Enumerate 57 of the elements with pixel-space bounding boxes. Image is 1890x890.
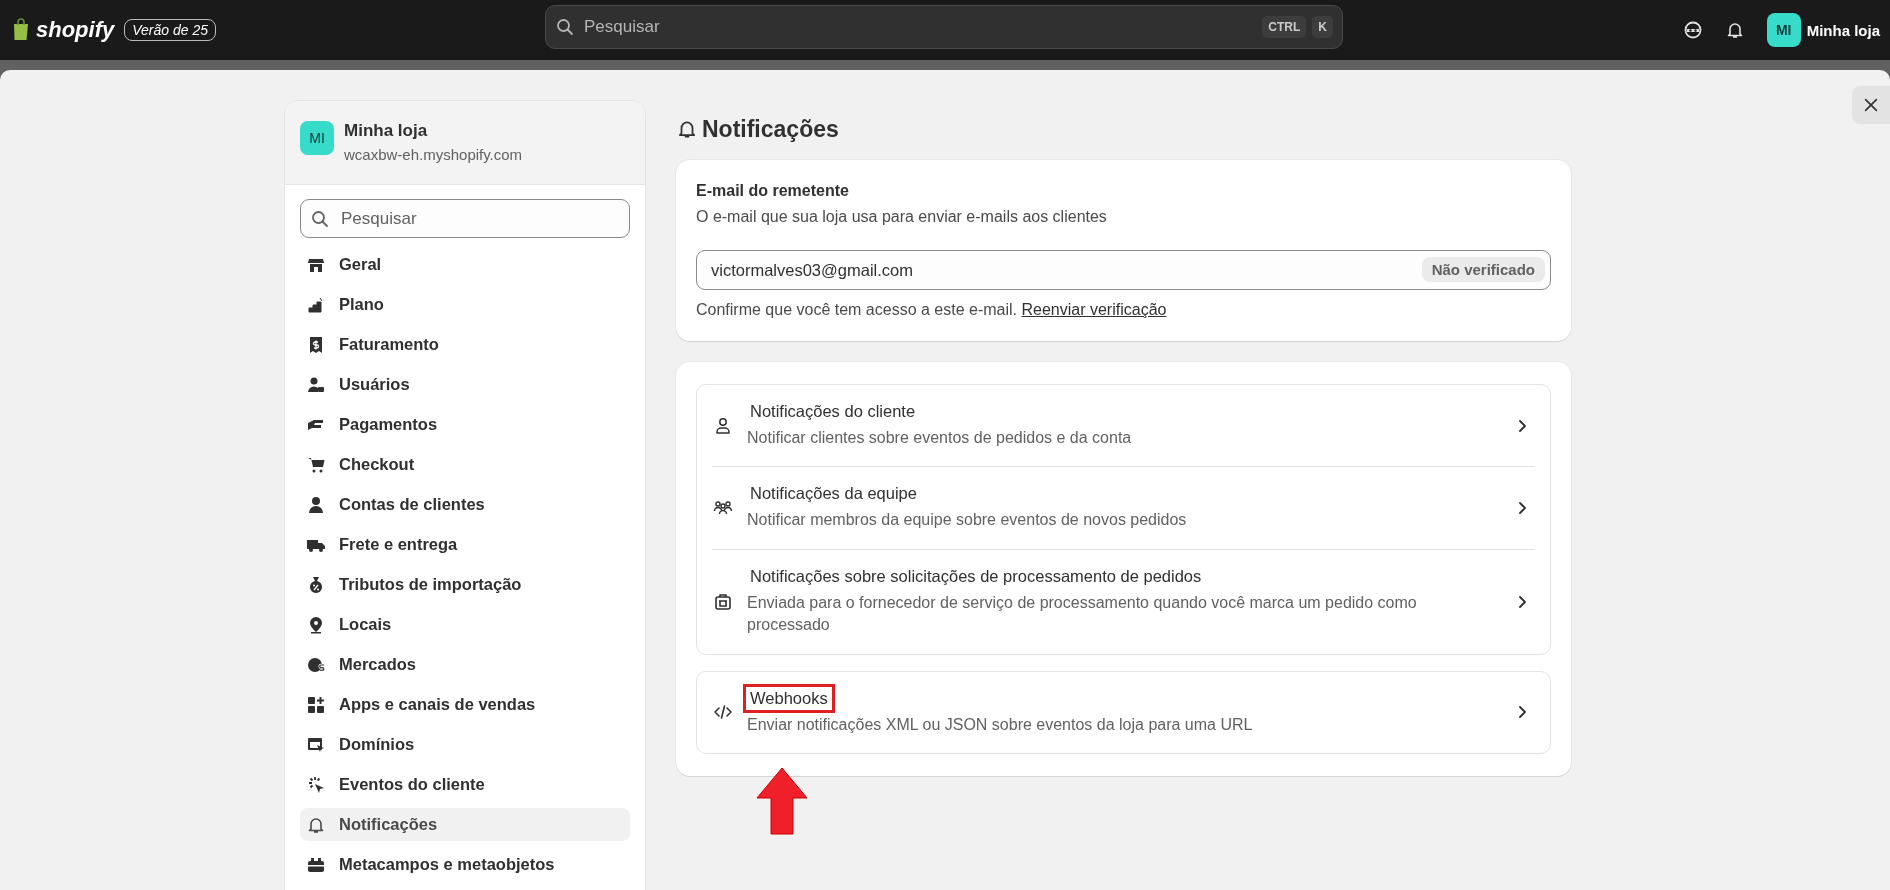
resend-link[interactable]: Reenviar verificação	[1021, 301, 1167, 318]
season-badge: Verão de 25	[124, 19, 216, 41]
sidebar-item[interactable]: Locais	[300, 608, 630, 641]
row-title: Notificações da equipe	[749, 483, 918, 505]
row-description: Enviada para o fornecedor de serviço de processamento quando você marca um pedido como processado	[747, 592, 1418, 636]
mask-icon	[1682, 20, 1703, 40]
sidebar-item[interactable]: Notificações	[300, 808, 630, 841]
sidebar-item[interactable]: Contas de clientes	[300, 488, 630, 521]
store-menu[interactable]: MI Minha loja	[1766, 13, 1880, 47]
store-name: Minha loja	[344, 121, 429, 141]
sidebar-item[interactable]: Plano	[300, 288, 630, 321]
store-avatar: MI	[1766, 13, 1801, 47]
search-icon	[310, 209, 330, 229]
row-description: Notificar membros da equipe sobre eventos de novos pedidos	[747, 510, 1188, 531]
store-name: Minha loja	[1806, 21, 1880, 39]
up-arrow-icon	[755, 765, 809, 836]
keyboard-key: CTRL	[1262, 16, 1307, 38]
sidebar-item[interactable]: Geral	[300, 248, 630, 281]
close-icon	[1862, 96, 1880, 114]
confirmation-text: Confirme que você tem acesso a este e-mail. Reenviar verificação	[696, 301, 1168, 319]
settings-row[interactable]: Notificações da equipe Notificar membros da equipe sobre eventos de novos pedidos	[712, 466, 1535, 549]
store-domain: wcaxbw-eh.myshopify.com	[344, 146, 523, 163]
page-title: Notificações	[702, 115, 839, 143]
sidebar-item[interactable]: Mercados	[300, 648, 630, 681]
package-icon	[713, 591, 733, 612]
settings-row[interactable]: Notificações sobre solicitações de processamento de pedidos Enviada para o fornecedor de serviço de processamento quando você marca um pedido como processado	[712, 548, 1535, 654]
sidebar-item[interactable]: Domínios	[300, 728, 630, 761]
sidebar-item[interactable]: Apps e canais de vendas	[300, 688, 630, 721]
mask-button[interactable]	[1682, 20, 1703, 40]
sidebar-item[interactable]: Faturamento	[300, 328, 630, 361]
settings-row[interactable]: Webhooks Enviar notificações XML ou JSON sobre eventos da loja para uma URL	[697, 671, 1550, 753]
click-icon	[306, 774, 326, 795]
sidebar-item[interactable]: Usuários	[300, 368, 630, 401]
sidebar-item[interactable]: Checkout	[300, 448, 630, 481]
store-avatar: MI	[300, 121, 334, 155]
shopify-logo[interactable]: shopify	[10, 17, 115, 43]
card-description: O e-mail que sua loja usa para enviar e-mails aos clientes	[696, 208, 1108, 226]
keyboard-key: K	[1312, 16, 1333, 38]
person-icon	[306, 494, 326, 515]
person-icon	[713, 415, 733, 436]
sidebar-item[interactable]: Frete e entrega	[300, 528, 630, 561]
row-title: Webhooks	[743, 683, 835, 713]
sidebar-item[interactable]: Tributos de importação	[300, 568, 630, 601]
row-title: Notificações do cliente	[749, 401, 917, 422]
row-description: Enviar notificações XML ou JSON sobre eventos da loja para uma URL	[747, 714, 1254, 735]
sidebar-item[interactable]: Eventos do cliente	[300, 768, 630, 801]
card-title: E-mail do remetente	[696, 182, 850, 200]
search-field[interactable]: Pesquisar	[300, 199, 630, 238]
row-description: Notificar clientes sobre eventos de pedidos e da conta	[747, 428, 1133, 448]
row-title: Notificações sobre solicitações de processamento de pedidos	[749, 565, 1203, 587]
search-icon	[555, 17, 575, 37]
sidebar-item[interactable]: Pagamentos	[300, 408, 630, 441]
settings-row[interactable]: Notificações do cliente Notificar clientes sobre eventos de pedidos e da conta	[697, 385, 1550, 467]
status-badge: Não verificado	[1421, 257, 1545, 282]
apps-icon	[306, 694, 326, 715]
sidebar-item[interactable]: Metacampos e metaobjetos	[300, 848, 630, 881]
close-button[interactable]	[1852, 86, 1890, 124]
